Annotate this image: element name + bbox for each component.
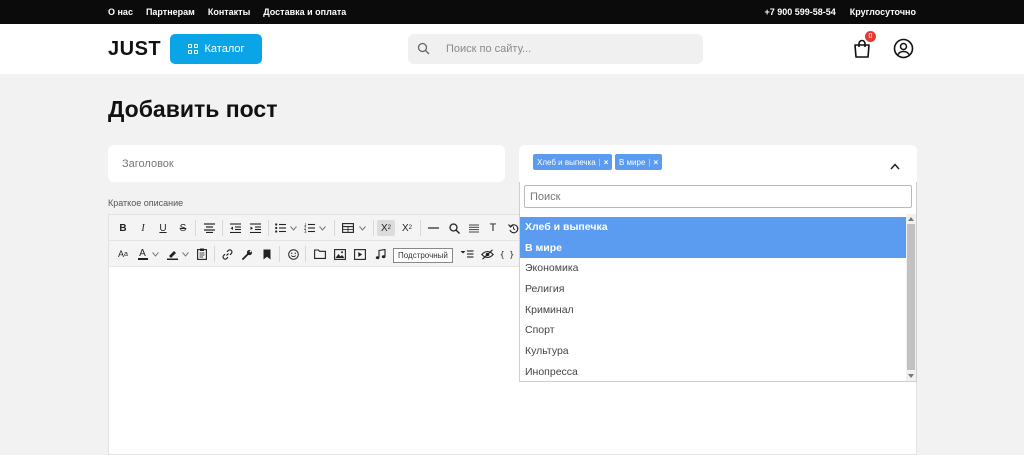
header: JUST Каталог 0: [0, 24, 1024, 74]
user-icon[interactable]: [893, 38, 914, 64]
bookmark-icon[interactable]: [260, 246, 274, 262]
find-icon[interactable]: [446, 220, 462, 236]
bold-icon[interactable]: B: [116, 220, 130, 236]
align-center-icon[interactable]: [201, 220, 217, 236]
text-format-icon[interactable]: T: [486, 220, 500, 236]
link-about[interactable]: О нас: [108, 7, 133, 17]
dropdown-scrollbar[interactable]: [906, 214, 916, 381]
short-description-label: Краткое описание: [108, 198, 184, 208]
link-delivery[interactable]: Доставка и оплата: [263, 7, 346, 17]
remove-tag-icon[interactable]: ×: [604, 158, 609, 167]
subscript-icon[interactable]: X2: [377, 220, 395, 236]
working-hours: Круглосуточно: [849, 7, 916, 17]
link-partners[interactable]: Партнерам: [146, 7, 195, 17]
emoji-icon[interactable]: [286, 246, 300, 262]
font-size-icon[interactable]: Aa: [116, 246, 130, 262]
category-option[interactable]: Религия: [520, 279, 906, 300]
cart-icon[interactable]: [852, 39, 872, 59]
underline-icon[interactable]: U: [156, 220, 170, 236]
source-code-icon[interactable]: { }: [500, 246, 514, 262]
selected-category-tag: В мире | ×: [615, 154, 663, 170]
category-option[interactable]: Экономика: [520, 258, 906, 279]
top-bar: О нас Партнерам Контакты Доставка и опла…: [0, 0, 1024, 24]
top-contacts: +7 900 599-58-54 Круглосуточно: [764, 0, 916, 24]
font-color-icon[interactable]: A: [135, 246, 161, 262]
svg-text:3: 3: [304, 229, 307, 233]
special-chars-icon[interactable]: [459, 246, 475, 262]
scrollbar-thumb[interactable]: [907, 224, 915, 370]
site-search: [408, 34, 703, 64]
remove-tag-icon[interactable]: ×: [654, 158, 659, 167]
category-option[interactable]: Инопресса: [520, 362, 906, 381]
image-icon[interactable]: [333, 246, 347, 262]
settings-icon[interactable]: [240, 246, 254, 262]
logo[interactable]: JUST: [108, 38, 161, 61]
paste-icon[interactable]: [195, 246, 209, 262]
link-icon[interactable]: [220, 246, 234, 262]
grid-icon: [187, 44, 198, 54]
top-links: О нас Партнерам Контакты Доставка и опла…: [108, 0, 346, 24]
outdent-icon[interactable]: [227, 220, 243, 236]
search-icon[interactable]: [417, 42, 430, 60]
bullet-list-icon[interactable]: [273, 220, 299, 236]
selected-category-label: В мире: [619, 157, 646, 167]
site-search-input[interactable]: [446, 34, 686, 64]
audio-icon[interactable]: [373, 246, 387, 262]
align-justify-icon[interactable]: [466, 220, 482, 236]
cart-count-badge: 0: [865, 31, 876, 42]
selected-category-tag: Хлеб и выпечка | ×: [533, 154, 613, 170]
page-title: Добавить пост: [108, 96, 278, 122]
chevron-up-icon[interactable]: [890, 157, 900, 175]
catalog-button[interactable]: Каталог: [170, 34, 262, 64]
phone-link[interactable]: +7 900 599-58-54: [764, 7, 835, 17]
indent-icon[interactable]: [247, 220, 263, 236]
italic-icon[interactable]: I: [136, 220, 150, 236]
category-options: Хлеб и выпечка В мире Экономика Религия …: [520, 217, 906, 381]
numbered-list-icon[interactable]: 123: [302, 220, 328, 236]
file-manager-icon[interactable]: [313, 246, 327, 262]
category-option[interactable]: Хлеб и выпечка: [520, 217, 906, 238]
category-select[interactable]: Хлеб и выпечка | × В мире | ×: [519, 145, 917, 182]
category-option[interactable]: Криминал: [520, 300, 906, 321]
strikethrough-icon[interactable]: S: [176, 220, 190, 236]
link-contacts[interactable]: Контакты: [208, 7, 250, 17]
superscript-icon[interactable]: X2: [399, 220, 415, 236]
category-dropdown: Хлеб и выпечка В мире Экономика Религия …: [519, 182, 917, 382]
scroll-down-icon[interactable]: [908, 374, 914, 378]
category-search-input[interactable]: [524, 185, 912, 208]
scroll-up-icon[interactable]: [908, 217, 914, 221]
table-icon[interactable]: [340, 220, 368, 236]
horizontal-rule-icon[interactable]: [426, 220, 440, 236]
selected-category-label: Хлеб и выпечка: [537, 157, 596, 167]
video-icon[interactable]: [353, 246, 367, 262]
post-title-input[interactable]: [108, 145, 505, 182]
show-blocks-icon[interactable]: [480, 246, 494, 262]
category-option[interactable]: Культура: [520, 341, 906, 362]
undo-icon[interactable]: [506, 220, 520, 236]
catalog-label: Каталог: [204, 43, 245, 55]
category-option[interactable]: Спорт: [520, 320, 906, 341]
toolbar-tooltip: Подстрочный: [393, 248, 453, 263]
highlight-color-icon[interactable]: [165, 246, 191, 262]
category-option[interactable]: В мире: [520, 237, 906, 259]
